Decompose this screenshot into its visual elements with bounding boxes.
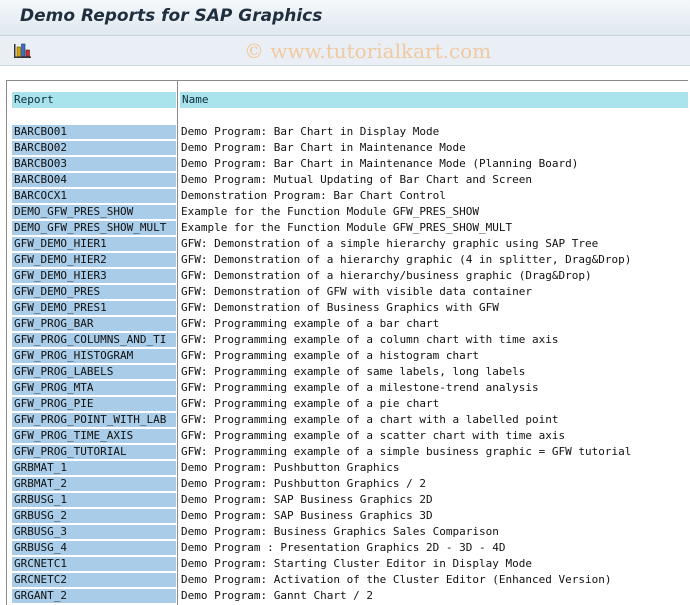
column-header-name[interactable]: Name <box>180 92 688 108</box>
report-name-cell[interactable]: GFW: Programming example of a bar chart <box>181 317 686 331</box>
report-name-cell[interactable]: Demonstration Program: Bar Chart Control <box>181 189 686 203</box>
report-name-cell[interactable]: Demo Program: SAP Business Graphics 3D <box>181 509 686 523</box>
report-list: BARCBO01 Demo Program: Bar Chart in Displ… <box>0 124 690 604</box>
table-row[interactable]: GRGANT_2 Demo Program: Gannt Chart / 2 <box>0 588 690 604</box>
table-row[interactable]: GRBUSG_3 Demo Program: Business Graphics … <box>0 524 690 540</box>
report-id-cell[interactable]: DEMO_GFW_PRES_SHOW_MULT <box>12 221 176 235</box>
report-id-cell[interactable]: GFW_PROG_POINT_WITH_LAB <box>12 413 176 427</box>
table-row[interactable]: GRBMAT_2 Demo Program: Pushbutton Graphic… <box>0 476 690 492</box>
table-row[interactable]: GFW_PROG_LABELS GFW: Programming example … <box>0 364 690 380</box>
table-row[interactable]: DEMO_GFW_PRES_SHOW_MULT Example for the F… <box>0 220 690 236</box>
report-id-cell[interactable]: GFW_DEMO_HIER2 <box>12 253 176 267</box>
title-bar: Demo Reports for SAP Graphics <box>0 0 690 36</box>
report-name-cell[interactable]: GFW: Programming example of a chart with… <box>181 413 686 427</box>
report-id-cell[interactable]: GFW_PROG_LABELS <box>12 365 176 379</box>
table-row[interactable]: GRBUSG_2 Demo Program: SAP Business Graph… <box>0 508 690 524</box>
report-name-cell[interactable]: Demo Program: Bar Chart in Maintenance M… <box>181 141 686 155</box>
report-name-cell[interactable]: GFW: Programming example of same labels,… <box>181 365 686 379</box>
table-row[interactable]: GFW_DEMO_HIER3 GFW: Demonstration of a hi… <box>0 268 690 284</box>
table-row[interactable]: BARCBO04 Demo Program: Mutual Updating of… <box>0 172 690 188</box>
report-name-cell[interactable]: GFW: Programming example of a simple bus… <box>181 445 686 459</box>
report-id-cell[interactable]: BARCBO02 <box>12 141 176 155</box>
table-row[interactable]: DEMO_GFW_PRES_SHOW Example for the Functi… <box>0 204 690 220</box>
table-row[interactable]: GFW_DEMO_PRES GFW: Demonstration of GFW w… <box>0 284 690 300</box>
report-name-cell[interactable]: Demo Program: Business Graphics Sales Co… <box>181 525 686 539</box>
report-id-cell[interactable]: GRBUSG_2 <box>12 509 176 523</box>
report-id-cell[interactable]: GRCNETC1 <box>12 557 176 571</box>
table-row[interactable]: GFW_PROG_TIME_AXIS GFW: Programming examp… <box>0 428 690 444</box>
report-id-cell[interactable]: BARCOCX1 <box>12 189 176 203</box>
report-id-cell[interactable]: GFW_PROG_BAR <box>12 317 176 331</box>
report-id-cell[interactable]: GRGANT_2 <box>12 589 176 603</box>
report-id-cell[interactable]: GFW_PROG_TIME_AXIS <box>12 429 176 443</box>
report-id-cell[interactable]: GRCNETC2 <box>12 573 176 587</box>
report-id-cell[interactable]: GFW_PROG_COLUMNS_AND_TI <box>12 333 176 347</box>
report-id-cell[interactable]: GRBUSG_1 <box>12 493 176 507</box>
table-row[interactable]: GFW_PROG_PIE GFW: Programming example of … <box>0 396 690 412</box>
report-name-cell[interactable]: Demo Program: Mutual Updating of Bar Cha… <box>181 173 686 187</box>
report-name-cell[interactable]: Demo Program: Pushbutton Graphics <box>181 461 686 475</box>
report-id-cell[interactable]: GFW_DEMO_HIER3 <box>12 269 176 283</box>
report-id-cell[interactable]: GRBMAT_1 <box>12 461 176 475</box>
report-name-cell[interactable]: Demo Program : Presentation Graphics 2D … <box>181 541 686 555</box>
report-id-cell[interactable]: DEMO_GFW_PRES_SHOW <box>12 205 176 219</box>
table-row[interactable]: BARCOCX1 Demonstration Program: Bar Chart… <box>0 188 690 204</box>
report-name-cell[interactable]: GFW: Programming example of a milestone-… <box>181 381 686 395</box>
report-name-cell[interactable]: Demo Program: Starting Cluster Editor in… <box>181 557 686 571</box>
table-row[interactable]: BARCBO03 Demo Program: Bar Chart in Maint… <box>0 156 690 172</box>
report-name-cell[interactable]: GFW: Demonstration of a hierarchy/busine… <box>181 269 686 283</box>
report-id-cell[interactable]: GFW_DEMO_PRES1 <box>12 301 176 315</box>
report-name-cell[interactable]: Demo Program: Activation of the Cluster … <box>181 573 686 587</box>
table-row[interactable]: GFW_PROG_TUTORIAL GFW: Programming exampl… <box>0 444 690 460</box>
report-id-cell[interactable]: GFW_PROG_TUTORIAL <box>12 445 176 459</box>
table-row[interactable]: GFW_DEMO_HIER2 GFW: Demonstration of a hi… <box>0 252 690 268</box>
table-row[interactable]: GRCNETC1 Demo Program: Starting Cluster E… <box>0 556 690 572</box>
report-name-cell[interactable]: Demo Program: SAP Business Graphics 2D <box>181 493 686 507</box>
table-row[interactable]: GRBUSG_1 Demo Program: SAP Business Graph… <box>0 492 690 508</box>
report-name-cell[interactable]: Example for the Function Module GFW_PRES… <box>181 221 686 235</box>
report-id-cell[interactable]: GFW_DEMO_PRES <box>12 285 176 299</box>
report-name-cell[interactable]: Demo Program: Gannt Chart / 2 <box>181 589 686 603</box>
report-name-cell[interactable]: Demo Program: Bar Chart in Display Mode <box>181 125 686 139</box>
chart-icon[interactable] <box>13 42 33 59</box>
table-row[interactable]: GFW_PROG_BAR GFW: Programming example of … <box>0 316 690 332</box>
report-id-cell[interactable]: GRBMAT_2 <box>12 477 176 491</box>
report-name-cell[interactable]: GFW: Demonstration of a hierarchy graphi… <box>181 253 686 267</box>
report-id-cell[interactable]: GFW_PROG_PIE <box>12 397 176 411</box>
report-id-cell[interactable]: GRBUSG_4 <box>12 541 176 555</box>
table-row[interactable]: GFW_DEMO_PRES1 GFW: Demonstration of Busi… <box>0 300 690 316</box>
report-id-cell[interactable]: GFW_DEMO_HIER1 <box>12 237 176 251</box>
column-header-report[interactable]: Report <box>12 92 176 108</box>
report-name-cell[interactable]: GFW: Demonstration of GFW with visible d… <box>181 285 686 299</box>
table-row[interactable]: GRBMAT_1 Demo Program: Pushbutton Graphic… <box>0 460 690 476</box>
report-name-cell[interactable]: GFW: Programming example of a column cha… <box>181 333 686 347</box>
table-row[interactable]: BARCBO01 Demo Program: Bar Chart in Displ… <box>0 124 690 140</box>
report-name-cell[interactable]: Demo Program: Pushbutton Graphics / 2 <box>181 477 686 491</box>
report-name-cell[interactable]: Demo Program: Bar Chart in Maintenance M… <box>181 157 686 171</box>
table-row[interactable]: GFW_PROG_HISTOGRAM GFW: Programming examp… <box>0 348 690 364</box>
table-row[interactable]: GFW_PROG_COLUMNS_AND_TI GFW: Programming … <box>0 332 690 348</box>
report-id-cell[interactable]: BARCBO01 <box>12 125 176 139</box>
report-name-cell[interactable]: GFW: Demonstration of a simple hierarchy… <box>181 237 686 251</box>
report-name-cell[interactable]: GFW: Programming example of a histogram … <box>181 349 686 363</box>
report-id-cell[interactable]: GFW_PROG_MTA <box>12 381 176 395</box>
report-name-cell[interactable]: Example for the Function Module GFW_PRES… <box>181 205 686 219</box>
page-title: Demo Reports for SAP Graphics <box>20 6 323 26</box>
report-id-cell[interactable]: GRBUSG_3 <box>12 525 176 539</box>
table-row[interactable]: GRCNETC2 Demo Program: Activation of the … <box>0 572 690 588</box>
report-id-cell[interactable]: BARCBO03 <box>12 157 176 171</box>
table-row[interactable]: GFW_DEMO_HIER1 GFW: Demonstration of a si… <box>0 236 690 252</box>
table-row[interactable]: GRBUSG_4 Demo Program : Presentation Grap… <box>0 540 690 556</box>
report-name-cell[interactable]: GFW: Programming example of a pie chart <box>181 397 686 411</box>
table-row[interactable]: BARCBO02 Demo Program: Bar Chart in Maint… <box>0 140 690 156</box>
report-id-cell[interactable]: GFW_PROG_HISTOGRAM <box>12 349 176 363</box>
report-id-cell[interactable]: BARCBO04 <box>12 173 176 187</box>
table-row[interactable]: GFW_PROG_POINT_WITH_LAB GFW: Programming … <box>0 412 690 428</box>
report-name-cell[interactable]: GFW: Programming example of a scatter ch… <box>181 429 686 443</box>
table-row[interactable]: GFW_PROG_MTA GFW: Programming example of … <box>0 380 690 396</box>
report-name-cell[interactable]: GFW: Demonstration of Business Graphics … <box>181 301 686 315</box>
watermark: © www.tutorialkart.com <box>244 39 492 63</box>
